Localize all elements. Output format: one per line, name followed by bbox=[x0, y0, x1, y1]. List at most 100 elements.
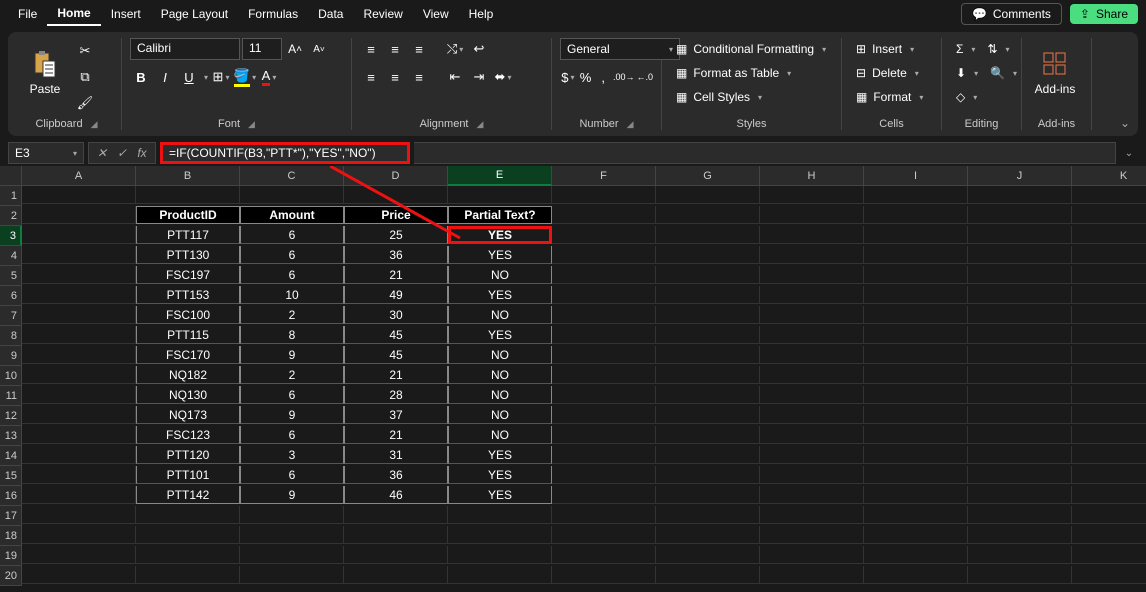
cell-B14[interactable]: PTT120 bbox=[136, 446, 240, 464]
row-header-16[interactable]: 16 bbox=[0, 486, 22, 506]
alignment-launcher[interactable]: ◢ bbox=[477, 119, 484, 130]
cell-D5[interactable]: 21 bbox=[344, 266, 448, 284]
cell-E5[interactable]: NO bbox=[448, 266, 552, 284]
font-name-select[interactable]: Calibri bbox=[130, 38, 240, 60]
cell-D8[interactable]: 45 bbox=[344, 326, 448, 344]
cell-K13[interactable] bbox=[1072, 426, 1146, 444]
cell-G13[interactable] bbox=[656, 426, 760, 444]
cell-F7[interactable] bbox=[552, 306, 656, 324]
cell-D6[interactable]: 49 bbox=[344, 286, 448, 304]
accounting-format-button[interactable]: $▾ bbox=[560, 66, 576, 88]
cell-B1[interactable] bbox=[136, 186, 240, 204]
cell-B20[interactable] bbox=[136, 566, 240, 584]
cell-C2[interactable]: Amount bbox=[240, 206, 344, 224]
cell-B7[interactable]: FSC100 bbox=[136, 306, 240, 324]
cell-F13[interactable] bbox=[552, 426, 656, 444]
cell-F2[interactable] bbox=[552, 206, 656, 224]
comments-button[interactable]: 💬 Comments bbox=[961, 3, 1062, 25]
cell-K12[interactable] bbox=[1072, 406, 1146, 424]
cell-B16[interactable]: PTT142 bbox=[136, 486, 240, 504]
cell-B6[interactable]: PTT153 bbox=[136, 286, 240, 304]
cell-H19[interactable] bbox=[760, 546, 864, 564]
cell-G2[interactable] bbox=[656, 206, 760, 224]
cell-H7[interactable] bbox=[760, 306, 864, 324]
cell-H9[interactable] bbox=[760, 346, 864, 364]
decrease-indent-button[interactable]: ⇤ bbox=[444, 66, 466, 88]
font-size-select[interactable]: 11 bbox=[242, 38, 282, 60]
row-header-4[interactable]: 4 bbox=[0, 246, 22, 266]
orientation-button[interactable]: ⤭▾ bbox=[444, 38, 466, 60]
format-painter-button[interactable]: 🖌 bbox=[74, 92, 96, 114]
cell-J16[interactable] bbox=[968, 486, 1072, 504]
addins-button[interactable]: Add-ins bbox=[1030, 38, 1080, 108]
cell-I3[interactable] bbox=[864, 226, 968, 244]
col-header-C[interactable]: C bbox=[240, 166, 344, 186]
row-header-10[interactable]: 10 bbox=[0, 366, 22, 386]
col-header-I[interactable]: I bbox=[864, 166, 968, 186]
cell-E4[interactable]: YES bbox=[448, 246, 552, 264]
cell-D15[interactable]: 36 bbox=[344, 466, 448, 484]
cell-H11[interactable] bbox=[760, 386, 864, 404]
row-header-1[interactable]: 1 bbox=[0, 186, 22, 206]
cell-C8[interactable]: 8 bbox=[240, 326, 344, 344]
cell-E12[interactable]: NO bbox=[448, 406, 552, 424]
cell-F8[interactable] bbox=[552, 326, 656, 344]
cell-I1[interactable] bbox=[864, 186, 968, 204]
select-all-corner[interactable] bbox=[0, 166, 22, 186]
cell-F15[interactable] bbox=[552, 466, 656, 484]
cell-I19[interactable] bbox=[864, 546, 968, 564]
menu-formulas[interactable]: Formulas bbox=[238, 3, 308, 25]
cell-F5[interactable] bbox=[552, 266, 656, 284]
cell-J8[interactable] bbox=[968, 326, 1072, 344]
cell-K10[interactable] bbox=[1072, 366, 1146, 384]
align-top-button[interactable]: ≡ bbox=[360, 38, 382, 60]
cell-F10[interactable] bbox=[552, 366, 656, 384]
cell-E15[interactable]: YES bbox=[448, 466, 552, 484]
cell-F12[interactable] bbox=[552, 406, 656, 424]
cell-B17[interactable] bbox=[136, 506, 240, 524]
cell-J3[interactable] bbox=[968, 226, 1072, 244]
cell-J15[interactable] bbox=[968, 466, 1072, 484]
cell-E10[interactable]: NO bbox=[448, 366, 552, 384]
underline-button[interactable]: U bbox=[178, 66, 200, 88]
cell-D17[interactable] bbox=[344, 506, 448, 524]
cell-E9[interactable]: NO bbox=[448, 346, 552, 364]
cell-C6[interactable]: 10 bbox=[240, 286, 344, 304]
cell-K20[interactable] bbox=[1072, 566, 1146, 584]
cell-K5[interactable] bbox=[1072, 266, 1146, 284]
cell-D20[interactable] bbox=[344, 566, 448, 584]
insert-function-button[interactable]: fx bbox=[133, 144, 151, 162]
cell-C13[interactable]: 6 bbox=[240, 426, 344, 444]
paste-button[interactable]: Paste bbox=[20, 38, 70, 108]
cell-K14[interactable] bbox=[1072, 446, 1146, 464]
align-bottom-button[interactable]: ≡ bbox=[408, 38, 430, 60]
menu-insert[interactable]: Insert bbox=[101, 3, 151, 25]
cell-D7[interactable]: 30 bbox=[344, 306, 448, 324]
cell-I4[interactable] bbox=[864, 246, 968, 264]
menu-review[interactable]: Review bbox=[353, 3, 412, 25]
cell-G12[interactable] bbox=[656, 406, 760, 424]
bold-button[interactable]: B bbox=[130, 66, 152, 88]
cell-E14[interactable]: YES bbox=[448, 446, 552, 464]
cell-E16[interactable]: YES bbox=[448, 486, 552, 504]
row-header-18[interactable]: 18 bbox=[0, 526, 22, 546]
cell-B2[interactable]: ProductID bbox=[136, 206, 240, 224]
comma-format-button[interactable]: , bbox=[595, 66, 611, 88]
cell-C16[interactable]: 9 bbox=[240, 486, 344, 504]
cell-F19[interactable] bbox=[552, 546, 656, 564]
cell-I16[interactable] bbox=[864, 486, 968, 504]
cell-E17[interactable] bbox=[448, 506, 552, 524]
row-header-3[interactable]: 3 bbox=[0, 226, 22, 246]
wrap-text-button[interactable]: ↩ bbox=[468, 38, 490, 60]
cell-A2[interactable] bbox=[22, 206, 136, 224]
cell-A7[interactable] bbox=[22, 306, 136, 324]
menu-file[interactable]: File bbox=[8, 3, 47, 25]
cell-C9[interactable]: 9 bbox=[240, 346, 344, 364]
cell-J9[interactable] bbox=[968, 346, 1072, 364]
cell-I8[interactable] bbox=[864, 326, 968, 344]
cell-K3[interactable] bbox=[1072, 226, 1146, 244]
cell-B3[interactable]: PTT117 bbox=[136, 226, 240, 244]
col-header-H[interactable]: H bbox=[760, 166, 864, 186]
name-box[interactable]: E3 ▾ bbox=[8, 142, 84, 164]
cell-H13[interactable] bbox=[760, 426, 864, 444]
